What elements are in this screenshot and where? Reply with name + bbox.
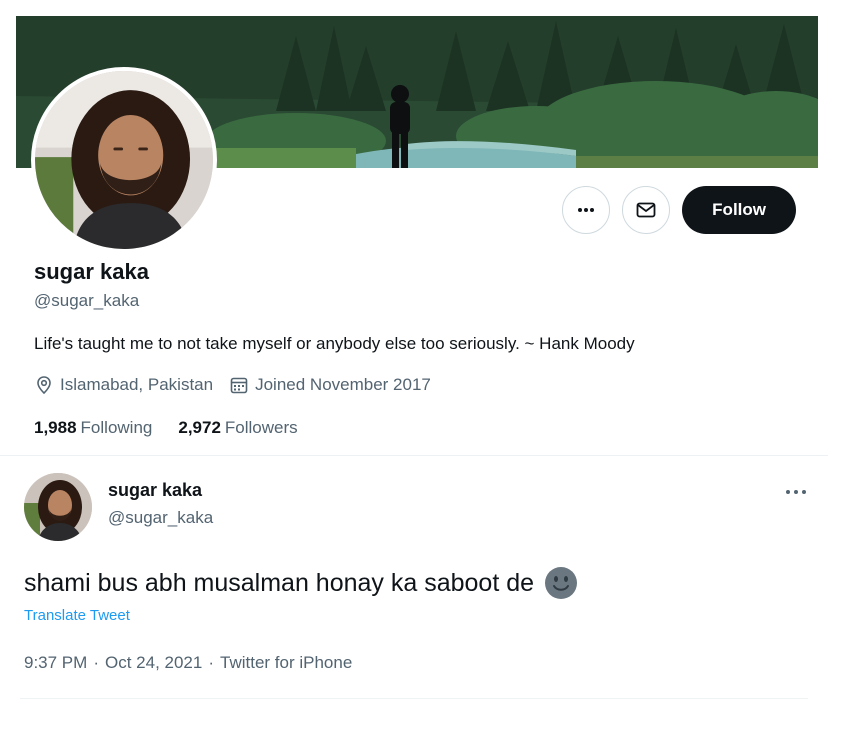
profile-handle: @sugar_kaka [34, 291, 140, 310]
tweet-text: shami bus abh musalman honay ka saboot d… [24, 568, 535, 597]
location-text: Islamabad, Pakistan [60, 375, 214, 394]
tweet-source[interactable]: Twitter for iPhone [220, 653, 352, 673]
following-count: 1,988 [34, 418, 77, 437]
more-horizontal-icon [786, 490, 806, 494]
more-horizontal-icon [578, 208, 595, 212]
tweet-author-avatar[interactable] [24, 473, 92, 541]
avatar-image [24, 473, 92, 541]
profile-card: Follow sugar kaka @sugar_kaka Life's tau… [16, 16, 818, 448]
joined-text: Joined November 2017 [255, 375, 431, 394]
profile-meta: Islamabad, Pakistan Joined November 2017 [34, 375, 431, 395]
profile-display-name: sugar kaka [34, 259, 149, 284]
follow-button[interactable]: Follow [682, 186, 796, 234]
meta-separator: · [208, 653, 214, 672]
profile-location: Islamabad, Pakistan [34, 375, 213, 395]
profile-avatar[interactable] [31, 67, 217, 253]
divider [20, 698, 808, 699]
tweet-date[interactable]: Oct 24, 2021 [105, 653, 202, 673]
profile-actions: Follow [562, 186, 796, 234]
tweet-more-button[interactable] [782, 482, 810, 502]
tweet-body: shami bus abh musalman honay ka saboot d… [24, 566, 578, 600]
tweet-card: sugar kaka @sugar_kaka shami bus abh mus… [0, 455, 828, 700]
message-button[interactable] [622, 186, 671, 234]
translate-tweet-link[interactable]: Translate Tweet [24, 607, 130, 624]
followers-label: Followers [224, 418, 298, 437]
calendar-icon [230, 377, 248, 394]
followers-count: 2,972 [178, 418, 221, 437]
tweet-author-handle[interactable]: @sugar_kaka [108, 508, 213, 528]
following-link[interactable]: 1,988 Following [34, 418, 152, 438]
more-options-button[interactable] [562, 186, 611, 234]
slightly-smiling-face-icon [545, 567, 578, 599]
profile-stats: 1,988 Following 2,972 Followers [34, 418, 298, 438]
profile-bio: Life's taught me to not take myself or a… [34, 334, 635, 353]
location-pin-icon [37, 376, 51, 395]
avatar-image [35, 71, 213, 249]
tweet-time[interactable]: 9:37 PM [24, 653, 87, 673]
tweet-metadata: 9:37 PM · Oct 24, 2021 · Twitter for iPh… [24, 653, 352, 673]
meta-separator: · [93, 653, 99, 672]
followers-link[interactable]: 2,972 Followers [178, 418, 297, 438]
following-label: Following [80, 418, 153, 437]
envelope-icon [636, 202, 656, 218]
tweet-author-name[interactable]: sugar kaka [108, 480, 202, 501]
profile-joined: Joined November 2017 [229, 375, 431, 395]
